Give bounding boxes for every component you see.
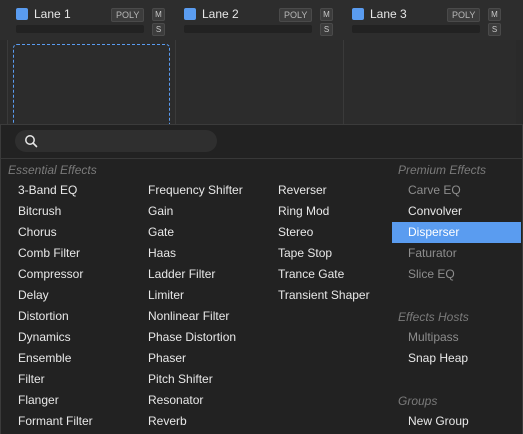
effect-item-stereo[interactable]: Stereo	[278, 222, 313, 243]
effect-item-ladder-filter[interactable]: Ladder Filter	[148, 264, 215, 285]
mute-button[interactable]: M	[320, 8, 333, 21]
effect-item-snap-heap[interactable]: Snap Heap	[408, 348, 468, 369]
effect-item-chorus[interactable]: Chorus	[18, 222, 57, 243]
solo-button[interactable]: S	[152, 23, 165, 36]
effect-item-limiter[interactable]: Limiter	[148, 285, 184, 306]
effect-item-new-group[interactable]: New Group	[408, 411, 469, 432]
lane-header-1[interactable]: Lane 1 POLY M S	[16, 0, 168, 40]
divider	[1, 158, 522, 159]
mute-button[interactable]: M	[152, 8, 165, 21]
lane-header-3[interactable]: Lane 3 POLY M S	[352, 0, 504, 40]
essential-effects-heading: Essential Effects	[8, 163, 97, 177]
effect-item-multipass[interactable]: Multipass	[408, 327, 459, 348]
effect-item-frequency-shifter[interactable]: Frequency Shifter	[148, 180, 243, 201]
effect-item-reverb[interactable]: Reverb	[148, 411, 187, 432]
solo-button[interactable]: S	[488, 23, 501, 36]
lane-column-2[interactable]	[175, 40, 343, 126]
search-input[interactable]	[45, 133, 210, 149]
poly-button[interactable]: POLY	[111, 8, 145, 22]
lane-enable-toggle[interactable]	[352, 8, 364, 20]
lanes-header: Lane 1 POLY M S Lane 2 POLY M S Lane 3 P…	[0, 0, 523, 40]
poly-button[interactable]: POLY	[279, 8, 313, 22]
effect-item-ring-mod[interactable]: Ring Mod	[278, 201, 329, 222]
lane-enable-toggle[interactable]	[16, 8, 28, 20]
effect-item-gain[interactable]: Gain	[148, 201, 173, 222]
effect-item-disperser[interactable]: Disperser	[392, 222, 521, 243]
groups-heading: Groups	[398, 394, 438, 408]
effects-browser-popup: Essential Effects 3-Band EQ Bitcrush Choru…	[0, 124, 523, 434]
lane-level-strip	[16, 25, 144, 33]
lane-enable-toggle[interactable]	[184, 8, 196, 20]
effect-item-compressor[interactable]: Compressor	[18, 264, 83, 285]
effect-item-faturator[interactable]: Faturator	[408, 243, 457, 264]
effect-item-ensemble[interactable]: Ensemble	[18, 348, 71, 369]
effect-item-phaser[interactable]: Phaser	[148, 348, 186, 369]
effect-item-bitcrush[interactable]: Bitcrush	[18, 201, 61, 222]
effect-item-phase-distortion[interactable]: Phase Distortion	[148, 327, 236, 348]
effect-item-carve-eq[interactable]: Carve EQ	[408, 180, 461, 201]
effect-item-dynamics[interactable]: Dynamics	[18, 327, 71, 348]
lane-level-strip	[352, 25, 480, 33]
lane-name: Lane 3	[370, 7, 407, 21]
effect-item-reverser[interactable]: Reverser	[278, 180, 327, 201]
effect-item-resonator[interactable]: Resonator	[148, 390, 203, 411]
effect-item-3-band-eq[interactable]: 3-Band EQ	[18, 180, 77, 201]
effect-item-pitch-shifter[interactable]: Pitch Shifter	[148, 369, 213, 390]
lane-column-3[interactable]	[343, 40, 516, 126]
premium-effects-heading: Premium Effects	[398, 163, 487, 177]
effects-hosts-heading: Effects Hosts	[398, 310, 469, 324]
effect-item-transient-shaper[interactable]: Transient Shaper	[278, 285, 370, 306]
lane-name: Lane 2	[202, 7, 239, 21]
search-field[interactable]	[15, 130, 217, 152]
effect-item-delay[interactable]: Delay	[18, 285, 49, 306]
lanes-area	[0, 40, 523, 146]
mute-button[interactable]: M	[488, 8, 501, 21]
lane-level-strip	[184, 25, 312, 33]
effect-item-tape-stop[interactable]: Tape Stop	[278, 243, 332, 264]
effect-item-filter[interactable]: Filter	[18, 369, 45, 390]
effect-item-haas[interactable]: Haas	[148, 243, 176, 264]
effect-item-trance-gate[interactable]: Trance Gate	[278, 264, 344, 285]
effect-item-formant-filter[interactable]: Formant Filter	[18, 411, 93, 432]
lane-name: Lane 1	[34, 7, 71, 21]
effect-item-slice-eq[interactable]: Slice EQ	[408, 264, 455, 285]
effect-item-nonlinear-filter[interactable]: Nonlinear Filter	[148, 306, 229, 327]
solo-button[interactable]: S	[320, 23, 333, 36]
lane-header-2[interactable]: Lane 2 POLY M S	[184, 0, 336, 40]
effect-item-distortion[interactable]: Distortion	[18, 306, 69, 327]
poly-button[interactable]: POLY	[447, 8, 481, 22]
search-icon	[25, 135, 38, 148]
effect-item-convolver[interactable]: Convolver	[408, 201, 462, 222]
effect-item-flanger[interactable]: Flanger	[18, 390, 59, 411]
effect-item-gate[interactable]: Gate	[148, 222, 174, 243]
effect-item-comb-filter[interactable]: Comb Filter	[18, 243, 80, 264]
